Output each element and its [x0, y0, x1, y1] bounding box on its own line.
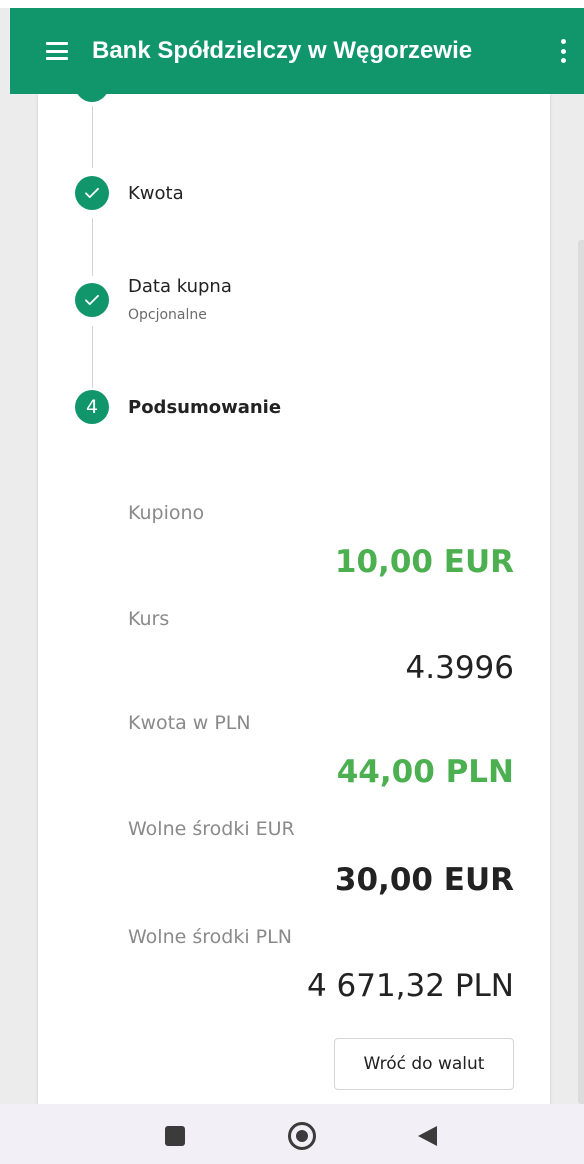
hamburger-menu-icon[interactable] — [46, 42, 68, 60]
step-podsumowanie-number: 4 — [75, 390, 109, 424]
stepper-connector — [92, 106, 93, 168]
screen: Bank Spółdzielczy w Węgorzewie Kwota Dat… — [0, 0, 584, 1164]
bought-label: Kupiono — [128, 502, 205, 524]
bought-value: 10,00 EUR — [334, 544, 514, 580]
square-recents-icon[interactable] — [165, 1126, 185, 1146]
app-title: Bank Spółdzielczy w Węgorzewie — [92, 37, 473, 64]
free-eur-value: 30,00 EUR — [334, 862, 514, 898]
pln-amount-value: 44,00 PLN — [336, 754, 514, 790]
step-kwota-check-icon — [75, 176, 109, 210]
free-eur-label: Wolne środki EUR — [128, 818, 295, 840]
free-pln-label: Wolne środki PLN — [128, 926, 292, 948]
stepper-connector — [92, 326, 93, 388]
scrollbar[interactable] — [578, 240, 584, 1104]
step-sublabel-optional: Opcjonalne — [128, 307, 207, 323]
step-label-kwota: Kwota — [128, 183, 184, 204]
pln-amount-label: Kwota w PLN — [128, 712, 251, 734]
more-vertical-icon[interactable] — [560, 39, 566, 63]
stepper-connector — [92, 218, 93, 276]
system-nav-bar — [0, 1104, 584, 1164]
circle-home-icon[interactable] — [288, 1122, 316, 1150]
rate-label: Kurs — [128, 608, 170, 630]
free-pln-value: 4 671,32 PLN — [306, 968, 514, 1004]
rate-value: 4.3996 — [405, 650, 514, 686]
step-label-data-kupna: Data kupna — [128, 276, 232, 297]
previous-step-circle-partial — [75, 68, 109, 102]
step-label-podsumowanie: Podsumowanie — [128, 397, 282, 418]
status-strip — [0, 0, 584, 8]
step-data-kupna-check-icon — [75, 283, 109, 317]
summary-card — [38, 94, 550, 1104]
back-to-currencies-button[interactable]: Wróć do walut — [334, 1038, 514, 1090]
triangle-back-icon[interactable] — [418, 1126, 437, 1146]
